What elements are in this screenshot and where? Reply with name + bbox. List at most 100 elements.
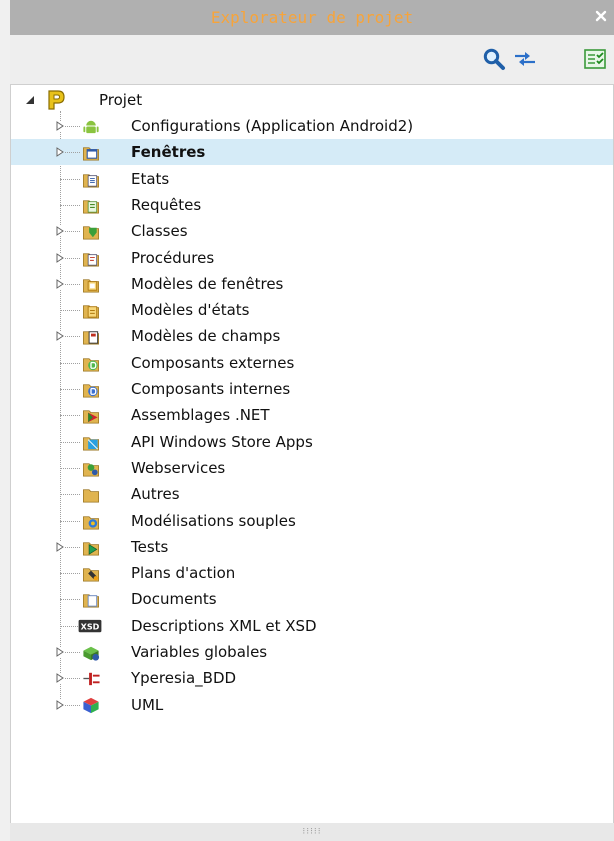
windows-folder-icon [81,143,101,162]
tree-item-12[interactable]: API Windows Store Apps [11,429,613,455]
tree-guide-branch [60,494,80,496]
xsd-badge-icon: XSD [77,617,103,636]
tree-guide-branch [60,415,80,417]
title-bar[interactable]: Explorateur de projet [10,0,614,35]
expand-triangle-icon[interactable] [55,647,65,657]
others-folder-icon [81,485,101,504]
tree-node-label: Plans d'action [131,564,236,583]
tree-item-13[interactable]: Webservices [11,455,613,481]
tree-node-label: Procédures [131,248,215,267]
tree-guide-branch [60,362,80,364]
tree-item-21[interactable]: Yperesia_BDD [11,665,613,691]
tree-guide-branch [60,389,80,390]
uml-cube-icon [81,696,101,715]
control-templates-folder-icon [81,327,101,346]
expand-triangle-icon[interactable] [55,699,65,710]
tree-node-label: Etats [131,169,170,188]
sync-button[interactable] [512,45,538,73]
tree-item-7[interactable]: Modèles d'états [11,297,613,323]
tree-node-label: Yperesia_BDD [131,669,237,688]
android-icon [81,117,101,136]
tree-guide-branch [60,599,80,601]
webservices-folder-icon [81,459,101,478]
expand-triangle-icon[interactable] [55,331,65,342]
database-connection-icon [81,669,101,688]
search-button[interactable] [481,45,507,73]
tree-item-9[interactable]: Composants externes [11,350,613,376]
project-explorer-panel: Explorateur de projet Projet Configurati… [10,0,614,841]
expand-triangle-icon[interactable] [55,226,65,237]
expand-triangle-icon[interactable] [55,541,65,552]
close-icon[interactable] [594,8,608,22]
tree-node-label: Modèles de champs [131,327,281,346]
tree-item-4[interactable]: Classes [11,218,613,244]
project-tree[interactable]: Projet Configurations (Application Andro… [10,84,614,824]
tree-node-label: Webservices [131,458,226,477]
tree-node-label: Autres [131,485,180,504]
tree-item-16[interactable]: Tests [11,534,613,560]
external-components-folder-icon [81,354,101,373]
global-variables-icon [81,643,101,662]
expand-triangle-icon[interactable] [55,673,65,684]
sync-arrows-icon [515,52,535,66]
tree-item-20[interactable]: Variables globales [11,639,613,665]
procedures-folder-icon [81,249,101,268]
tree-item-1[interactable]: Fenêtres [11,139,613,166]
tree-node-label: Modèles d'états [131,301,250,320]
tree-node-label: Classes [131,222,188,241]
tree-root-projet[interactable]: Projet [11,87,613,113]
tree-item-19[interactable]: XSD Descriptions XML et XSD [11,613,613,639]
expand-triangle-icon[interactable] [55,147,65,158]
tree-item-18[interactable]: Documents [11,586,613,612]
documents-folder-icon [81,590,101,609]
project-p-icon [48,90,65,110]
window-templates-folder-icon [81,275,101,294]
tree-item-8[interactable]: Modèles de champs [11,323,613,349]
svg-text:XSD: XSD [81,622,100,631]
dotnet-assemblies-folder-icon [81,406,101,425]
tree-guide-branch [60,573,80,575]
tree-node-label: Composants externes [131,353,295,372]
tree-item-2[interactable]: Etats [11,166,613,192]
report-templates-folder-icon [81,301,101,320]
tree-node-label: API Windows Store Apps [131,432,313,451]
tree-item-22[interactable]: UML [11,692,613,718]
tests-folder-icon [81,538,101,557]
toolbar [10,35,614,84]
tree-guide-branch [60,520,80,522]
tree-node-label: Composants internes [131,380,291,398]
expand-triangle-icon[interactable] [55,278,65,289]
tree-node-label: UML [131,695,164,714]
internal-components-folder-icon [81,380,101,399]
tree-item-10[interactable]: Composants internes [11,376,613,402]
tree-guide-branch [60,441,80,443]
expand-triangle-icon[interactable] [55,121,65,131]
tree-item-3[interactable]: Requêtes [11,192,613,218]
expand-triangle-icon[interactable] [55,252,65,263]
tree-guide-branch [60,178,80,180]
windows-store-api-folder-icon [81,433,101,452]
classes-folder-icon [81,222,101,241]
panel-title: Explorateur de projet [210,8,414,27]
tree-item-14[interactable]: Autres [11,481,613,507]
tree-item-6[interactable]: Modèles de fenêtres [11,271,613,297]
checklist-button[interactable] [582,45,608,73]
tree-item-11[interactable]: Assemblages .NET [11,402,613,428]
magnifier-icon [483,48,505,70]
tree-item-0[interactable]: Configurations (Application Android2) [11,113,613,139]
tree-guide-branch [60,310,80,312]
tree-item-17[interactable]: Plans d'action [11,560,613,586]
tree-item-5[interactable]: Procédures [11,245,613,271]
expanded-triangle-icon[interactable] [25,95,35,105]
tree-node-label: Modèles de fenêtres [131,274,284,293]
tree-node-label: Descriptions XML et XSD [131,616,317,635]
tree-node-label: Configurations (Application Android2) [131,117,414,135]
tree-node-label: Tests [131,537,169,556]
flexible-modeling-folder-icon [81,512,101,531]
tree-node-label: Requêtes [131,195,202,214]
tree-guide-branch [60,467,80,469]
tree-node-label: Documents [131,590,217,609]
tree-item-15[interactable]: Modélisations souples [11,508,613,534]
action-plans-folder-icon [81,564,101,583]
resize-grip[interactable]: ⁝⁝⁝⁝⁝ [10,823,614,841]
